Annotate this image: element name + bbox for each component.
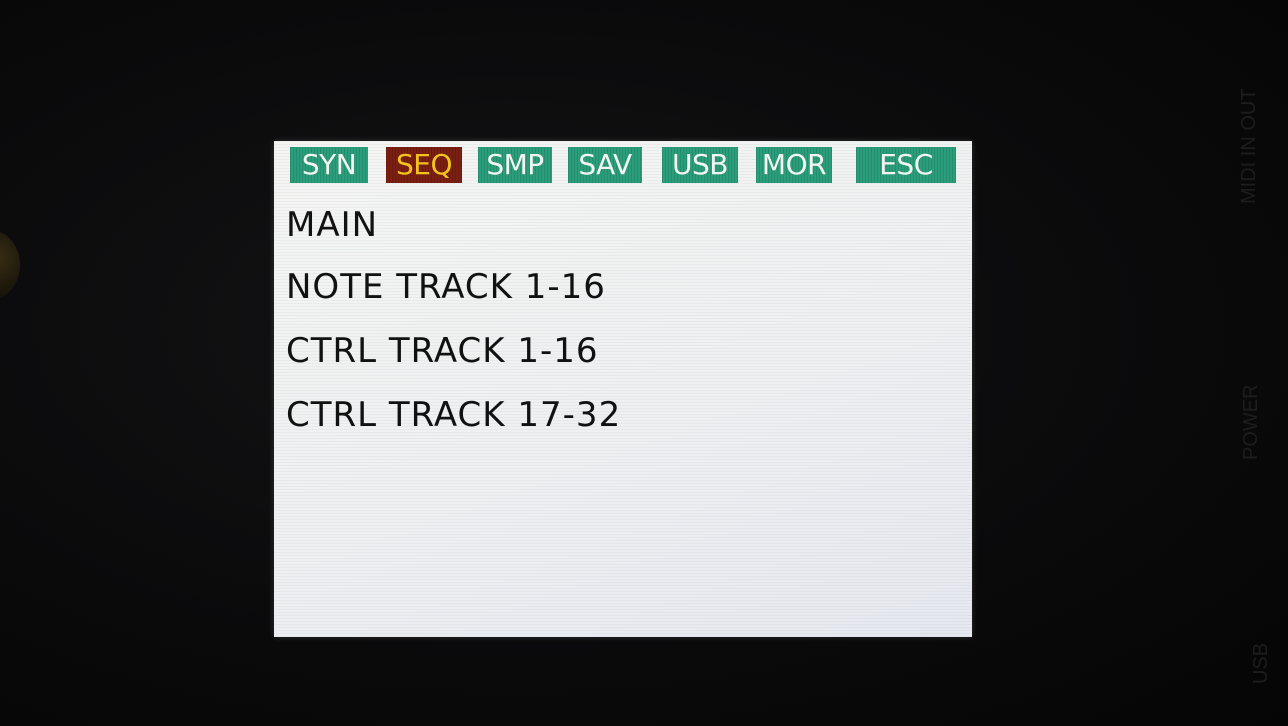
tab-sav[interactable]: SAV <box>568 147 642 183</box>
tab-esc[interactable]: ESC <box>856 147 956 183</box>
top-menu-bar: SYN SEQ SMP SAV USB MOR ESC <box>290 147 958 183</box>
tab-syn[interactable]: SYN <box>290 147 368 183</box>
menu-item-ctrl-track-17-32[interactable]: CTRL TRACK 17-32 <box>286 395 621 435</box>
tab-usb[interactable]: USB <box>662 147 738 183</box>
tab-smp[interactable]: SMP <box>478 147 552 183</box>
tab-seq[interactable]: SEQ <box>386 147 462 183</box>
menu-item-main[interactable]: MAIN <box>286 205 378 245</box>
menu-item-ctrl-track-1-16[interactable]: CTRL TRACK 1-16 <box>286 331 599 371</box>
lcd-screen: SYN SEQ SMP SAV USB MOR ESC MAIN NOTE TR… <box>274 141 972 637</box>
usb-label: USB <box>1250 642 1272 684</box>
menu-item-note-track-1-16[interactable]: NOTE TRACK 1-16 <box>286 267 606 307</box>
device-panel: SYN SEQ SMP SAV USB MOR ESC MAIN NOTE TR… <box>0 0 1288 726</box>
knob[interactable] <box>0 230 20 300</box>
power-label: POWER <box>1240 384 1262 460</box>
midi-in-out-label: MIDI IN OUT <box>1238 88 1260 204</box>
tab-mor[interactable]: MOR <box>756 147 832 183</box>
